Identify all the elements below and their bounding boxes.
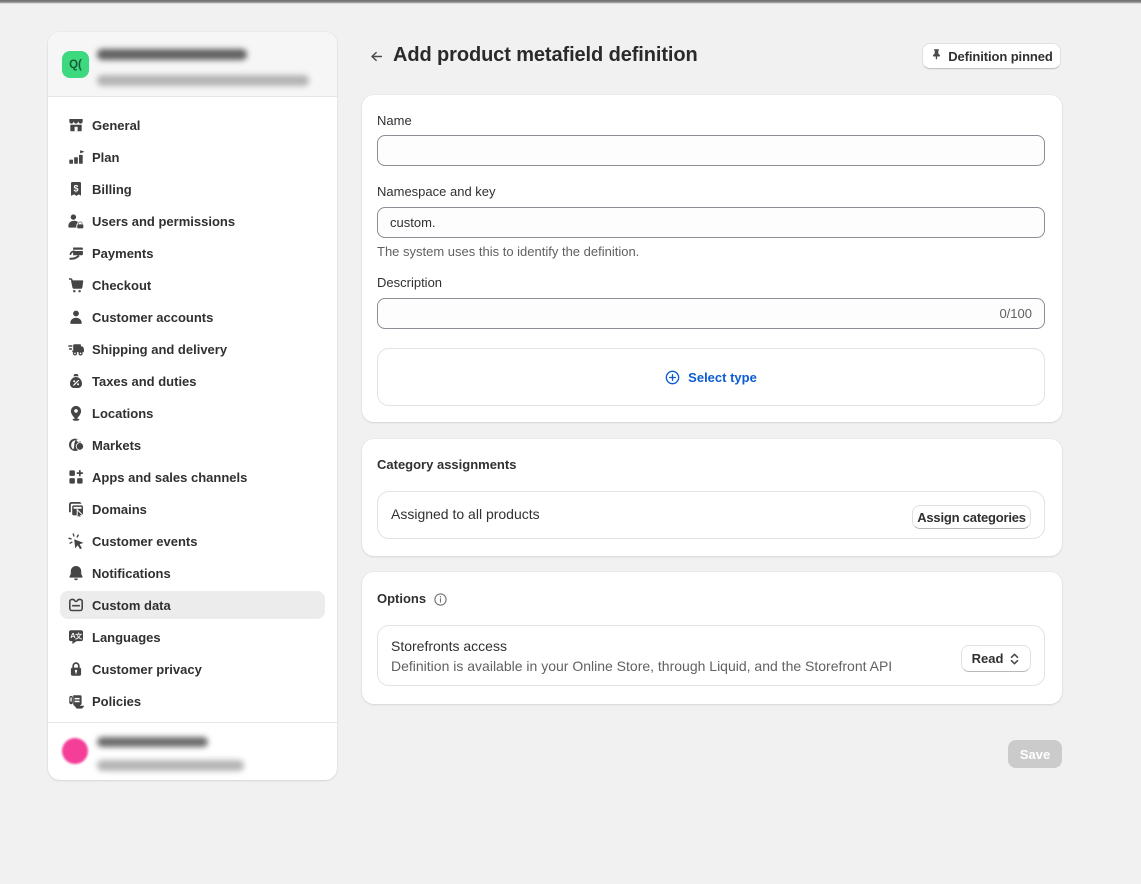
svg-text:$: $ (73, 183, 78, 193)
svg-text:文: 文 (75, 631, 83, 640)
svg-text:$: $ (78, 442, 83, 451)
